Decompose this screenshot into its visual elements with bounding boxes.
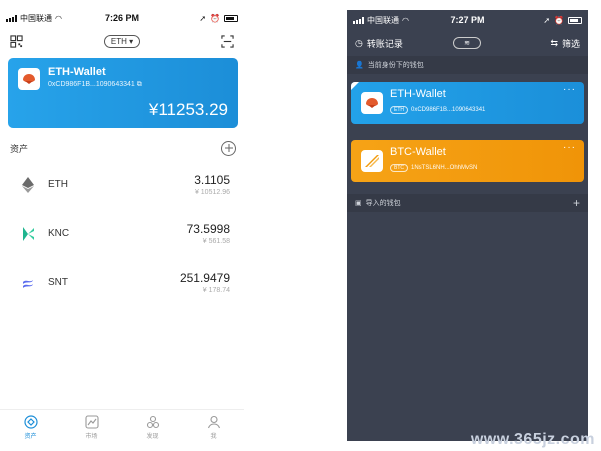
import-icon: ▣ (355, 200, 362, 207)
status-bar: 中国联通 ◠ 7:27 PM ➚ ⏰ (347, 10, 588, 30)
asset-amount: 73.5998 (186, 222, 230, 236)
wallet-home-screen: 中国联通 ◠ 7:26 PM ➚ ⏰ ETH ▾ ETH-Wallet 0xCD… (0, 8, 244, 445)
qr-code-icon[interactable] (10, 34, 23, 48)
wallet-logo-icon (18, 68, 40, 90)
network-selector[interactable]: ETH ▾ (103, 34, 141, 48)
market-tab-icon (84, 415, 99, 429)
battery-icon (224, 14, 238, 22)
wallet-tag: ETH (390, 106, 408, 114)
scan-icon[interactable] (221, 34, 234, 48)
clock: 7:27 PM (450, 15, 485, 25)
asset-fiat: ¥ 10512.96 (194, 189, 230, 196)
tab-label: 市场 (85, 434, 98, 440)
eth-icon (20, 176, 36, 193)
wallet-name: BTC-Wallet (390, 146, 446, 158)
tab-label: 发现 (146, 434, 159, 440)
tab-profile[interactable]: 我 (183, 410, 244, 445)
view-toggle[interactable]: ≋ (453, 37, 481, 49)
more-icon[interactable]: ··· (563, 84, 576, 95)
history-button[interactable]: ◷ 转账记录 (355, 37, 403, 50)
person-icon: 👤 (355, 62, 364, 69)
wallet-name: ETH-Wallet (48, 66, 106, 78)
wallet-name: ETH-Wallet (390, 88, 446, 100)
battery-icon (568, 16, 582, 24)
add-wallet-icon[interactable]: + (573, 196, 580, 210)
wallet-address: 0xCD986F1B...1090643341 (411, 107, 486, 113)
eth-wallet-logo-icon (361, 92, 383, 114)
btc-wallet-logo-icon (361, 150, 383, 172)
imported-label: 导入的钱包 (365, 200, 401, 207)
profile-tab-icon (207, 415, 220, 429)
wallet-manager-screen: 中国联通 ◠ 7:27 PM ➚ ⏰ ◷ 转账记录 ≋ ⇆ 筛选 👤 当前身份下… (347, 10, 588, 441)
snt-icon (20, 275, 36, 291)
screenshot-stage: 中国联通 ◠ 7:26 PM ➚ ⏰ ETH ▾ ETH-Wallet 0xCD… (0, 0, 601, 451)
assets-header: 资产 (0, 136, 244, 160)
filter-icon: ⇆ (550, 37, 558, 48)
eth-wallet-card[interactable]: ETH-Wallet ETH 0xCD986F1B...1090643341 ·… (351, 82, 584, 124)
tab-market[interactable]: 市场 (61, 410, 122, 445)
tab-label: 资产 (24, 434, 37, 440)
bottom-tabbar: 资产 市场 发现 我 (0, 409, 244, 445)
wallet-address: 0xCD986F1B...1090643341 ⧉ (48, 81, 142, 88)
home-topbar: ETH ▾ (0, 28, 244, 54)
clock: 7:26 PM (104, 13, 139, 23)
tab-discover[interactable]: 发现 (122, 410, 183, 445)
tab-assets[interactable]: 资产 (0, 410, 61, 445)
asset-amount: 251.9479 (179, 271, 230, 285)
identity-section-header: 👤 当前身份下的钱包 (347, 56, 588, 74)
wallet-balance: ¥11253.29 (148, 100, 228, 119)
filter-button[interactable]: ⇆ 筛选 (550, 37, 580, 50)
tab-label: 我 (210, 434, 217, 440)
btc-wallet-card[interactable]: BTC-Wallet BTC 1NsTSL6NH...OhhMvSN ··· (351, 140, 584, 182)
copy-icon[interactable]: ⧉ (137, 81, 142, 88)
asset-fiat: ¥ 561.58 (202, 238, 230, 245)
wallet-tab-icon (23, 415, 38, 429)
toggle-chip-label: ≋ (464, 40, 470, 47)
asset-row-eth[interactable]: ETH 3.1105 ¥ 10512.96 (0, 160, 244, 209)
more-icon[interactable]: ··· (563, 142, 576, 153)
clock-icon: ◷ (355, 37, 363, 48)
status-bar: 中国联通 ◠ 7:26 PM ➚ ⏰ (0, 8, 244, 28)
watermark: www.365jz.com (470, 431, 595, 448)
filter-label: 筛选 (561, 38, 580, 49)
asset-symbol: SNT (48, 277, 68, 288)
assets-title: 资产 (10, 143, 29, 154)
asset-row-knc[interactable]: KNC 73.5998 ¥ 561.58 (0, 209, 244, 258)
discover-tab-icon (146, 415, 159, 429)
asset-list: ETH 3.1105 ¥ 10512.96 KNC 73.5998 ¥ 561.… (0, 160, 244, 307)
asset-row-snt[interactable]: SNT 251.9479 ¥ 178.74 (0, 258, 244, 307)
wallet-meta: ETH 0xCD986F1B...1090643341 (390, 106, 485, 114)
manager-topbar: ◷ 转账记录 ≋ ⇆ 筛选 (347, 30, 588, 56)
history-label: 转账记录 (366, 38, 403, 49)
asset-symbol: KNC (48, 228, 70, 239)
identity-label: 当前身份下的钱包 (367, 62, 424, 69)
add-asset-icon[interactable] (221, 140, 236, 156)
asset-amount: 3.1105 (194, 173, 230, 187)
imported-section-header: ▣ 导入的钱包 + (347, 194, 588, 212)
selected-flag-icon (351, 82, 359, 90)
asset-fiat: ¥ 178.74 (202, 287, 230, 294)
knc-icon (20, 226, 36, 242)
wallet-address: 1NsTSL6NH...OhhMvSN (411, 165, 478, 171)
wallet-card[interactable]: ETH-Wallet 0xCD986F1B...1090643341 ⧉ ¥11… (8, 58, 238, 128)
wallet-tag: BTC (390, 164, 408, 172)
wallet-meta: BTC 1NsTSL6NH...OhhMvSN (390, 164, 477, 172)
network-chip-label: ETH (110, 36, 127, 46)
asset-symbol: ETH (48, 179, 68, 190)
